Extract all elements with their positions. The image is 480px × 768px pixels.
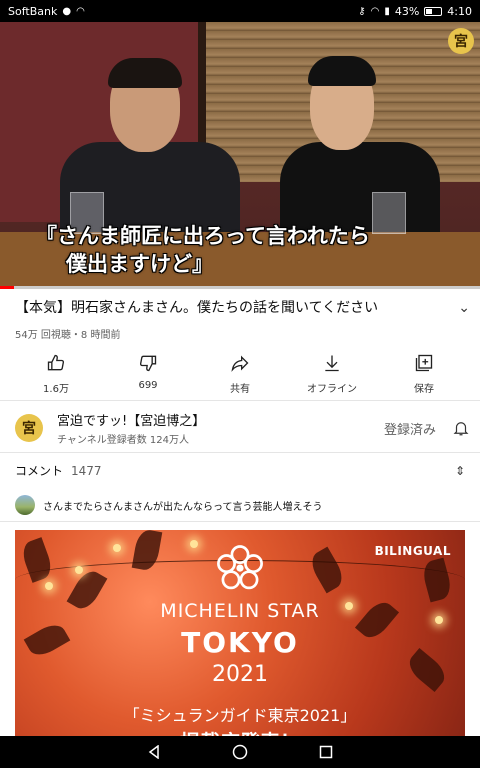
light-bulb [113, 544, 121, 552]
wifi-icon: ◠ [76, 5, 85, 17]
battery-percent: 43% [394, 4, 420, 18]
commenter-avatar [15, 495, 35, 515]
channel-watermark: 宮 [448, 28, 474, 54]
person-left-hair [108, 58, 182, 88]
recommended-video-thumbnail[interactable]: BILINGUAL MICHELIN STAR TOKYO 2021 「ミシュラ… [15, 530, 465, 736]
ad-line-tokyo: TOKYO [181, 626, 299, 659]
light-bulb [75, 566, 83, 574]
share-button[interactable]: 共有 [200, 352, 280, 395]
caption-line: 『さんま師匠に出ろって言われたら [36, 224, 370, 248]
like-count: 1.6万 [43, 384, 69, 395]
battery-icon [424, 6, 443, 16]
download-label: オフライン [307, 384, 357, 395]
michelin-star-logo-icon [217, 545, 263, 590]
comments-count: 1477 [71, 463, 102, 478]
ad-line-michelin: MICHELIN STAR [160, 600, 320, 622]
subscriber-count: チャンネル登録者数 124万人 [57, 435, 189, 446]
progress-fill [0, 286, 15, 289]
light-bulb [190, 540, 198, 548]
video-title: 【本気】明石家さんまさん。僕たちの話を聞いてください [15, 300, 379, 316]
expand-chevron-icon[interactable]: ⌄ [458, 300, 470, 316]
video-caption: 『さんま師匠に出ろって言われたら 僕出ますけど』 [36, 222, 456, 278]
divider [0, 400, 480, 401]
share-icon [229, 352, 251, 374]
save-playlist-icon [413, 352, 435, 374]
save-label: 保存 [414, 384, 434, 395]
dislike-button[interactable]: 699 [108, 352, 188, 395]
ad-line-year: 2021 [212, 662, 268, 687]
download-icon [321, 352, 343, 374]
home-icon[interactable] [232, 744, 248, 760]
subscribed-button[interactable]: 登録済み [384, 419, 436, 438]
carrier-label: SoftBank [8, 4, 58, 18]
share-label: 共有 [230, 384, 250, 395]
bilingual-label: BILINGUAL [374, 544, 451, 558]
system-navigation-bar [0, 736, 480, 768]
clock: 4:10 [447, 4, 472, 18]
ad-line-guide: 「ミシュランガイド東京2021」 [123, 706, 357, 725]
thumbs-down-icon [137, 352, 159, 374]
comments-title: コメント [15, 464, 64, 478]
bell-icon[interactable] [452, 418, 470, 438]
caption-line: 僕出ますけど』 [66, 252, 213, 276]
expand-comments-icon[interactable]: ⇕ [455, 464, 465, 478]
recents-icon[interactable] [318, 744, 334, 760]
channel-name[interactable]: 宮迫ですッ!【宮迫博之】 [57, 410, 384, 429]
channel-avatar[interactable]: 宮 [15, 414, 43, 442]
divider [0, 452, 480, 453]
status-bar: SoftBank ● ◠ ⚷ ◠ ▮ 43% 4:10 [0, 0, 480, 22]
video-meta: 54万 回視聴・8 時間前 [15, 330, 121, 341]
video-player[interactable]: 『さんま師匠に出ろって言われたら 僕出ますけど』 宮 [0, 22, 480, 288]
channel-row[interactable]: 宮 宮迫ですッ!【宮迫博之】 チャンネル登録者数 124万人 登録済み [15, 410, 470, 446]
video-title-row[interactable]: 【本気】明石家さんまさん。僕たちの話を聞いてください ⌄ [15, 298, 470, 318]
key-icon: ⚷ [358, 5, 366, 17]
thumbs-up-icon [45, 352, 67, 374]
save-button[interactable]: 保存 [384, 352, 464, 395]
action-bar: 1.6万 699 共有 オフライン 保存 [0, 352, 480, 395]
comments-section[interactable]: コメント 1477 ⇕ さんまでたらさんまさんが出たんならって言う芸能人増えそう [15, 462, 465, 515]
like-button[interactable]: 1.6万 [16, 352, 96, 395]
top-comment-text: さんまでたらさんまさんが出たんならって言う芸能人増えそう [43, 501, 323, 513]
back-icon[interactable] [146, 744, 162, 760]
video-progress-bar[interactable] [0, 286, 480, 289]
light-bulb [45, 582, 53, 590]
wifi-status-icon: ◠ [370, 5, 380, 17]
ad-line-announcement: 掲載店発表！ [15, 726, 465, 736]
signal-icon: ▮ [384, 5, 390, 17]
download-button[interactable]: オフライン [292, 352, 372, 395]
drop-icon: ● [62, 5, 72, 17]
divider [0, 521, 480, 522]
dislike-count: 699 [138, 380, 158, 391]
person-right-hair [308, 56, 376, 86]
